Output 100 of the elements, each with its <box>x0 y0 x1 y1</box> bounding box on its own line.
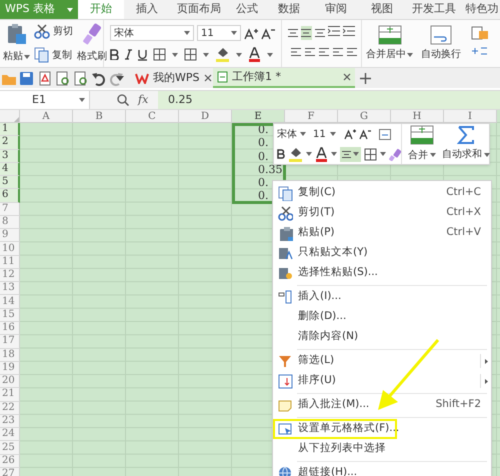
row-header[interactable]: 21 <box>0 388 20 402</box>
redo-icon[interactable] <box>109 70 124 86</box>
center-align-button[interactable] <box>340 146 361 162</box>
undo-icon[interactable] <box>91 70 106 86</box>
preview-icon[interactable] <box>55 70 70 86</box>
document-tab[interactable]: 工作簿1 * <box>213 68 355 88</box>
fx-label[interactable]: fx <box>138 92 158 108</box>
font-color-icon[interactable] <box>315 146 328 162</box>
bold-icon[interactable] <box>277 149 285 159</box>
row-header[interactable]: 4 <box>0 162 20 176</box>
format-cells-icon[interactable] <box>379 128 391 140</box>
row-header[interactable]: 26 <box>0 454 20 468</box>
row-header[interactable]: 10 <box>0 242 20 256</box>
menu-tab[interactable]: 视图 <box>360 0 404 19</box>
font-size-dropdown[interactable]: 11 <box>197 25 241 41</box>
menu-item[interactable]: 插入(I)... <box>273 287 491 307</box>
column-header[interactable]: H <box>391 110 444 123</box>
menu-item[interactable]: 复制(C) Ctrl+C <box>273 183 491 203</box>
menu-tab[interactable]: 数据 <box>266 0 312 19</box>
row-header[interactable]: 11 <box>0 256 20 269</box>
menu-tab[interactable]: 插入 <box>124 0 170 19</box>
row-header[interactable]: 9 <box>0 229 20 242</box>
close-icon[interactable] <box>343 73 351 81</box>
font-name-dropdown[interactable]: 宋体 <box>110 25 194 41</box>
row-header[interactable]: 2 <box>0 136 20 150</box>
menu-item[interactable]: 筛选(L) <box>273 351 491 371</box>
row-header[interactable]: 12 <box>0 268 20 282</box>
menu-item[interactable]: 删除(D)... <box>273 307 491 327</box>
menu-item[interactable]: 粘贴(P) Ctrl+V <box>273 223 491 243</box>
preview-icon[interactable] <box>73 70 88 86</box>
bold-icon[interactable] <box>110 49 119 60</box>
save-icon[interactable] <box>19 70 34 86</box>
row-header[interactable]: 23 <box>0 414 20 428</box>
menu-item[interactable]: 剪切(T) Ctrl+X <box>273 203 491 223</box>
grow-font-icon[interactable] <box>344 128 356 140</box>
decimal-icon[interactable] <box>471 46 489 56</box>
align-button[interactable] <box>314 26 325 40</box>
brush-icon[interactable] <box>389 148 401 160</box>
font-name-dropdown[interactable]: 宋体 <box>277 126 310 142</box>
font-size-dropdown[interactable]: 11 <box>313 126 341 142</box>
row-header[interactable]: 13 <box>0 282 20 296</box>
border-icon[interactable] <box>184 48 197 61</box>
border-icon[interactable] <box>153 48 166 61</box>
align-icon[interactable] <box>319 48 329 56</box>
menu-tab[interactable]: 公式 <box>228 0 266 19</box>
align-icon[interactable] <box>305 48 315 56</box>
column-header[interactable]: F <box>285 110 338 123</box>
menu-tab[interactable]: 审阅 <box>312 0 360 19</box>
menu-item[interactable]: 清除内容(N) <box>273 327 491 347</box>
new-tab-icon[interactable] <box>360 72 371 84</box>
row-header[interactable]: 15 <box>0 308 20 322</box>
zoom-icon[interactable] <box>117 94 129 106</box>
name-box[interactable]: E1 <box>0 91 90 109</box>
column-header[interactable]: G <box>338 110 391 123</box>
row-header[interactable]: 17 <box>0 335 20 349</box>
italic-icon[interactable] <box>125 49 132 60</box>
align-icon[interactable] <box>347 48 357 56</box>
shrink-font-icon[interactable] <box>261 26 275 40</box>
row-header[interactable]: 24 <box>0 428 20 442</box>
shrink-font-icon[interactable] <box>359 128 371 140</box>
menu-tab[interactable]: 页面布局 <box>170 0 228 19</box>
row-header[interactable]: 18 <box>0 348 20 362</box>
font-color-icon[interactable] <box>248 47 261 62</box>
caret-icon[interactable] <box>116 76 124 80</box>
border-icon[interactable] <box>364 148 377 160</box>
column-header[interactable]: A <box>20 110 73 123</box>
row-header[interactable]: 7 <box>0 202 20 216</box>
number-format-icon[interactable] <box>471 26 489 40</box>
app-menu-button[interactable]: WPS 表格 <box>0 0 78 19</box>
document-tab[interactable]: 我的WPS <box>131 68 213 88</box>
column-header[interactable]: B <box>73 110 126 123</box>
align-button[interactable] <box>301 26 312 40</box>
menu-item[interactable]: 插入批注(M)... Shift+F2 <box>273 395 491 415</box>
menu-item[interactable]: 选择性粘贴(S)... <box>273 263 491 283</box>
pdf-icon[interactable] <box>37 70 52 86</box>
row-header[interactable]: 16 <box>0 322 20 336</box>
fill-color-icon[interactable] <box>215 47 230 62</box>
merge-center-button[interactable]: 合并居中 <box>362 20 417 67</box>
row-header[interactable]: 22 <box>0 402 20 415</box>
menu-tab[interactable]: 开始 <box>78 0 124 19</box>
close-icon[interactable] <box>204 74 212 82</box>
copy-button[interactable]: 复制 <box>34 47 73 63</box>
column-header[interactable]: C <box>126 110 179 123</box>
autosum-button[interactable]: 自动求和 <box>442 124 490 164</box>
grow-font-icon[interactable] <box>244 26 258 40</box>
menu-item[interactable]: 从下拉列表中选择 <box>273 439 491 459</box>
row-header[interactable]: 14 <box>0 295 20 309</box>
align-icon[interactable] <box>291 48 301 56</box>
column-header[interactable]: I <box>444 110 497 123</box>
menu-tab[interactable]: 特色功 <box>464 0 500 19</box>
fill-color-icon[interactable] <box>288 146 303 162</box>
format-painter-button[interactable]: 格式刷 <box>77 20 107 67</box>
row-header[interactable]: 5 <box>0 176 20 190</box>
column-header[interactable]: E <box>232 110 285 123</box>
row-header[interactable]: 1 <box>0 123 20 136</box>
indent-icon[interactable] <box>328 26 340 36</box>
menu-item[interactable]: 排序(U) <box>273 371 491 391</box>
indent-icon[interactable] <box>342 26 355 36</box>
row-header[interactable]: 20 <box>0 375 20 388</box>
align-button[interactable] <box>288 26 298 40</box>
